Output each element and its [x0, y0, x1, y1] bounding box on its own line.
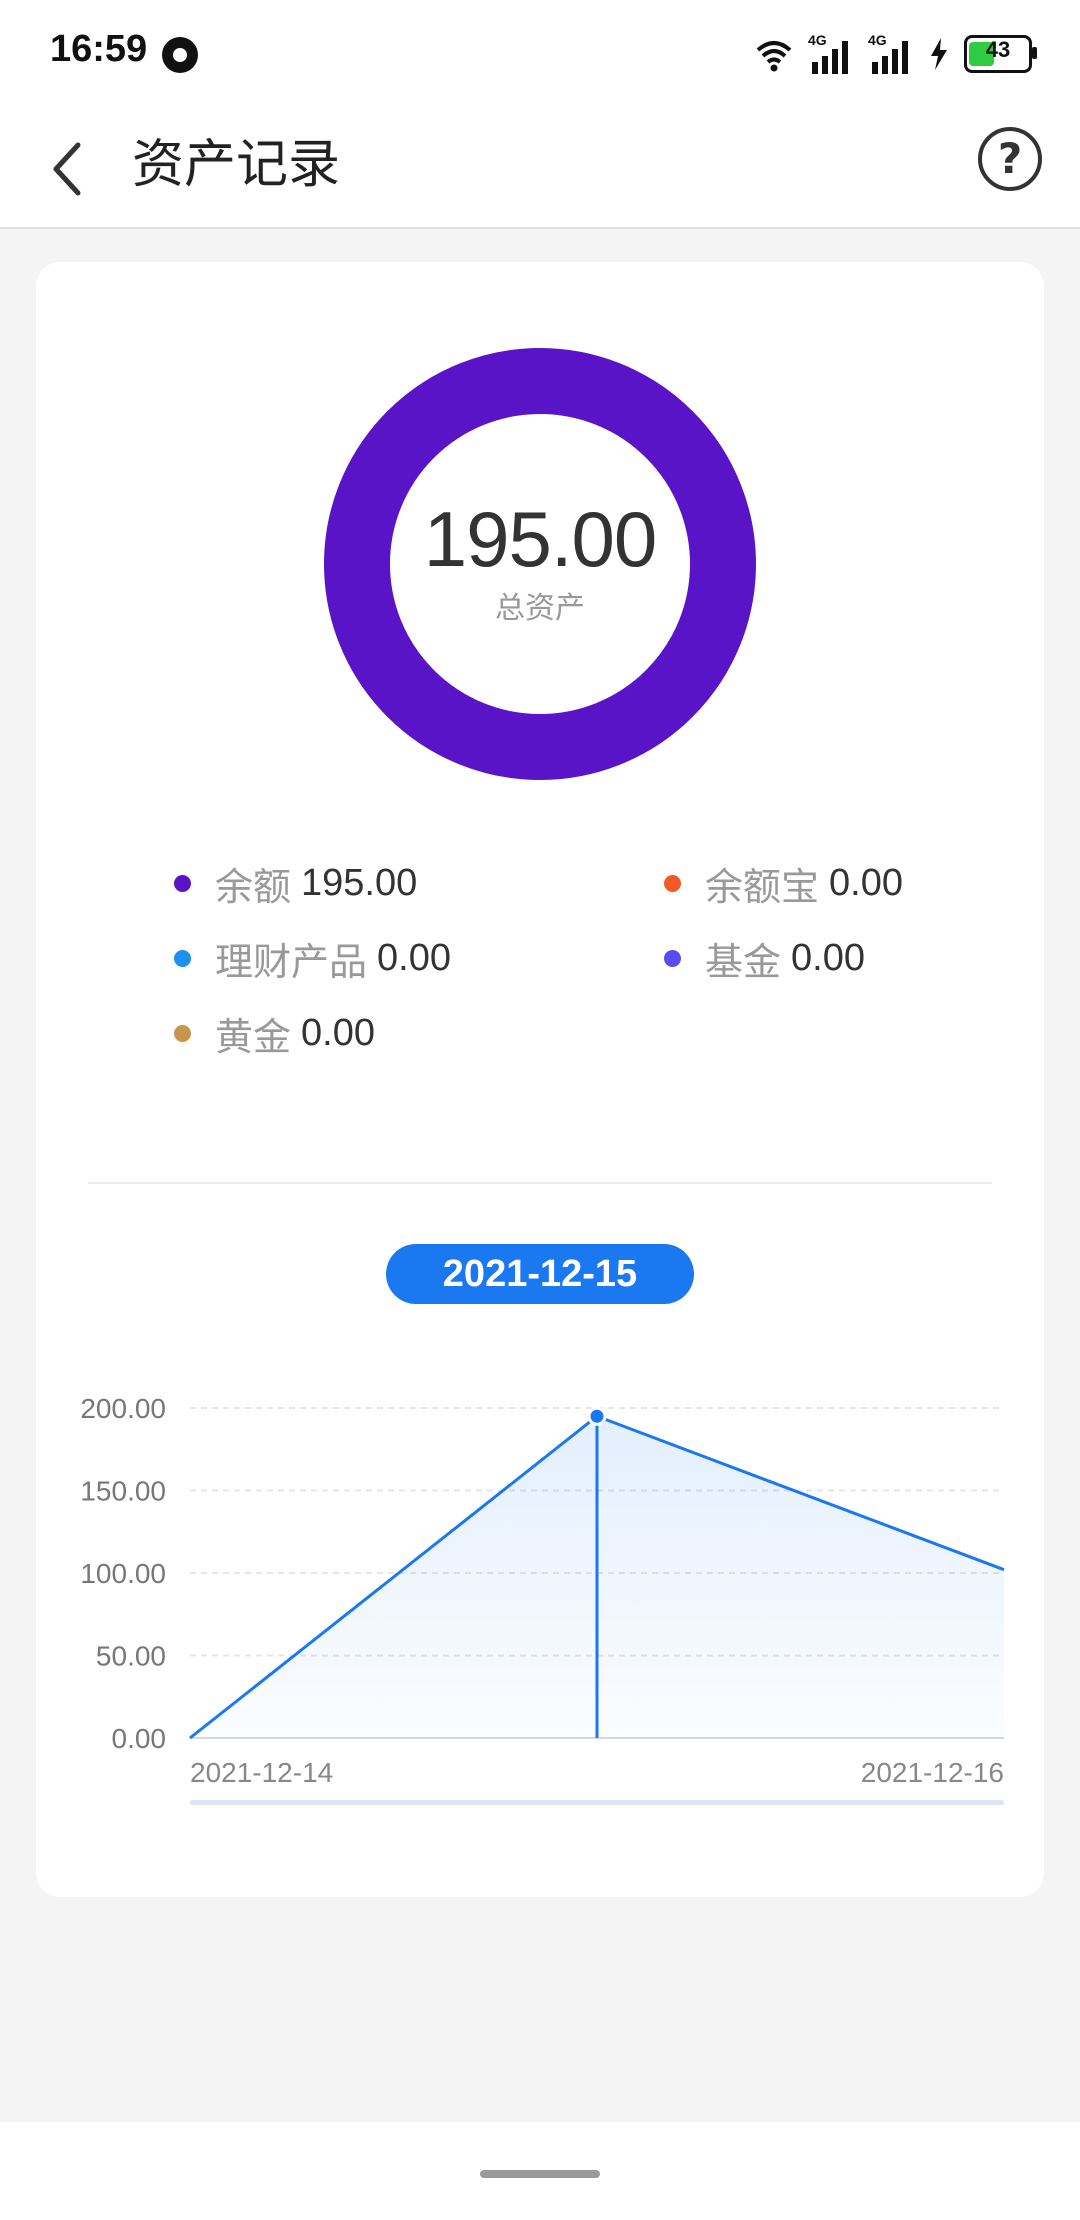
system-nav-bar	[0, 2122, 1080, 2220]
chevron-left-icon	[53, 142, 81, 196]
data-point-highlight	[587, 1406, 607, 1426]
y-tick-label: 150.00	[80, 1476, 166, 1507]
legend-dot	[174, 875, 191, 892]
back-button[interactable]	[40, 127, 120, 207]
home-indicator[interactable]	[480, 2170, 600, 2178]
help-icon: ?	[997, 134, 1023, 183]
app-notification-icon	[162, 37, 198, 73]
battery-level-text: 43	[985, 37, 1011, 62]
y-tick-label: 100.00	[80, 1558, 166, 1589]
legend-value: 0.00	[791, 937, 865, 979]
legend-name: 基金	[705, 940, 782, 984]
legend-value: 195.00	[301, 862, 418, 904]
signal-4g-icon: 4G	[868, 32, 908, 74]
asset-card: 195.00 总资产 余额 195.00 余额宝 0.00 理财产品 0.00 …	[36, 262, 1044, 1897]
wifi-icon	[756, 41, 792, 72]
legend-dot	[664, 875, 681, 892]
y-tick-label: 50.00	[96, 1641, 166, 1672]
legend-value: 0.00	[377, 937, 451, 979]
legend-value: 0.00	[829, 862, 903, 904]
legend-item-wealth-products: 理财产品 0.00	[174, 931, 451, 986]
help-button[interactable]: ?	[978, 127, 1042, 191]
donut-center: 195.00 总资产	[324, 494, 756, 627]
status-time: 16:59	[50, 28, 148, 70]
divider	[88, 1182, 992, 1184]
total-asset-value: 195.00	[423, 495, 658, 583]
legend-name: 余额宝	[705, 865, 820, 909]
legend-item-gold: 黄金 0.00	[174, 1006, 375, 1061]
legend-item-fund: 基金 0.00	[664, 931, 865, 986]
selected-date-badge: 2021-12-15	[386, 1244, 694, 1304]
battery-icon: 43	[964, 35, 1037, 73]
legend-dot	[664, 950, 681, 967]
total-asset-label: 总资产	[495, 591, 585, 626]
x-tick-label: 2021-12-14	[190, 1757, 333, 1788]
signal-4g-icon: 4G	[808, 32, 848, 74]
charging-icon	[931, 38, 947, 70]
chart-scroll-track	[190, 1800, 1004, 1805]
page-title: 资产记录	[132, 135, 341, 195]
legend-dot	[174, 1025, 191, 1042]
svg-text:4G: 4G	[808, 32, 827, 48]
legend-value: 0.00	[301, 1012, 375, 1054]
status-icons: 4G 4G 43	[754, 30, 1037, 78]
legend-name: 理财产品	[215, 940, 368, 984]
y-tick-label: 200.00	[80, 1393, 166, 1424]
legend-item-yuebao: 余额宝 0.00	[664, 856, 903, 911]
app-header: 资产记录 ?	[0, 105, 1080, 229]
status-bar: 16:59 4G 4G 43	[0, 0, 1080, 105]
svg-text:4G: 4G	[868, 32, 887, 48]
legend-name: 黄金	[215, 1015, 292, 1059]
legend-dot	[174, 950, 191, 967]
y-tick-label: 0.00	[112, 1723, 167, 1754]
legend-item-balance: 余额 195.00	[174, 856, 417, 911]
x-tick-label: 2021-12-16	[861, 1757, 1004, 1788]
asset-trend-chart[interactable]: 0.00 50.00 100.00 150.00 200.00 2021-12-14 202…	[36, 1302, 1044, 1902]
legend-name: 余额	[215, 865, 292, 909]
